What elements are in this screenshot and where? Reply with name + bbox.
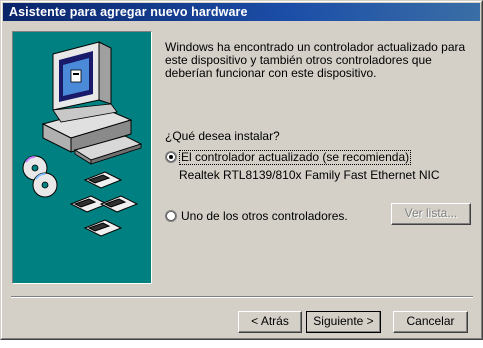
- cancel-button[interactable]: Cancelar: [393, 311, 468, 333]
- radio-selected-icon: [165, 151, 177, 163]
- disk-icon: [69, 171, 139, 237]
- separator: [11, 296, 473, 298]
- wizard-illustration: [12, 31, 152, 284]
- title-bar[interactable]: Asistente para agregar nuevo hardware: [3, 3, 480, 21]
- radio-other-drivers[interactable]: Uno de los otros controladores.: [165, 208, 365, 224]
- back-button[interactable]: < Atrás: [238, 311, 302, 333]
- intro-text: Windows ha encontrado un controlador act…: [165, 40, 466, 80]
- illustration-art: [22, 41, 143, 237]
- radio-other-drivers-label: Uno de los otros controladores.: [181, 209, 348, 223]
- device-name: Realtek RTL8139/810x Family Fast Etherne…: [179, 168, 440, 182]
- question-label: ¿Qué desea instalar?: [165, 129, 280, 143]
- radio-unselected-icon: [165, 210, 177, 222]
- cd-icon: [22, 155, 58, 198]
- wizard-window: Asistente para agregar nuevo hardware Wi…: [0, 0, 483, 340]
- radio-updated-driver[interactable]: El controlador actualizado (se recomiend…: [165, 149, 415, 165]
- view-list-button[interactable]: Ver lista...: [391, 203, 471, 225]
- computer-icon: [41, 41, 143, 165]
- radio-updated-driver-label: El controlador actualizado (se recomiend…: [179, 150, 412, 165]
- window-title: Asistente para agregar nuevo hardware: [9, 5, 248, 19]
- next-button[interactable]: Siguiente >: [306, 311, 381, 333]
